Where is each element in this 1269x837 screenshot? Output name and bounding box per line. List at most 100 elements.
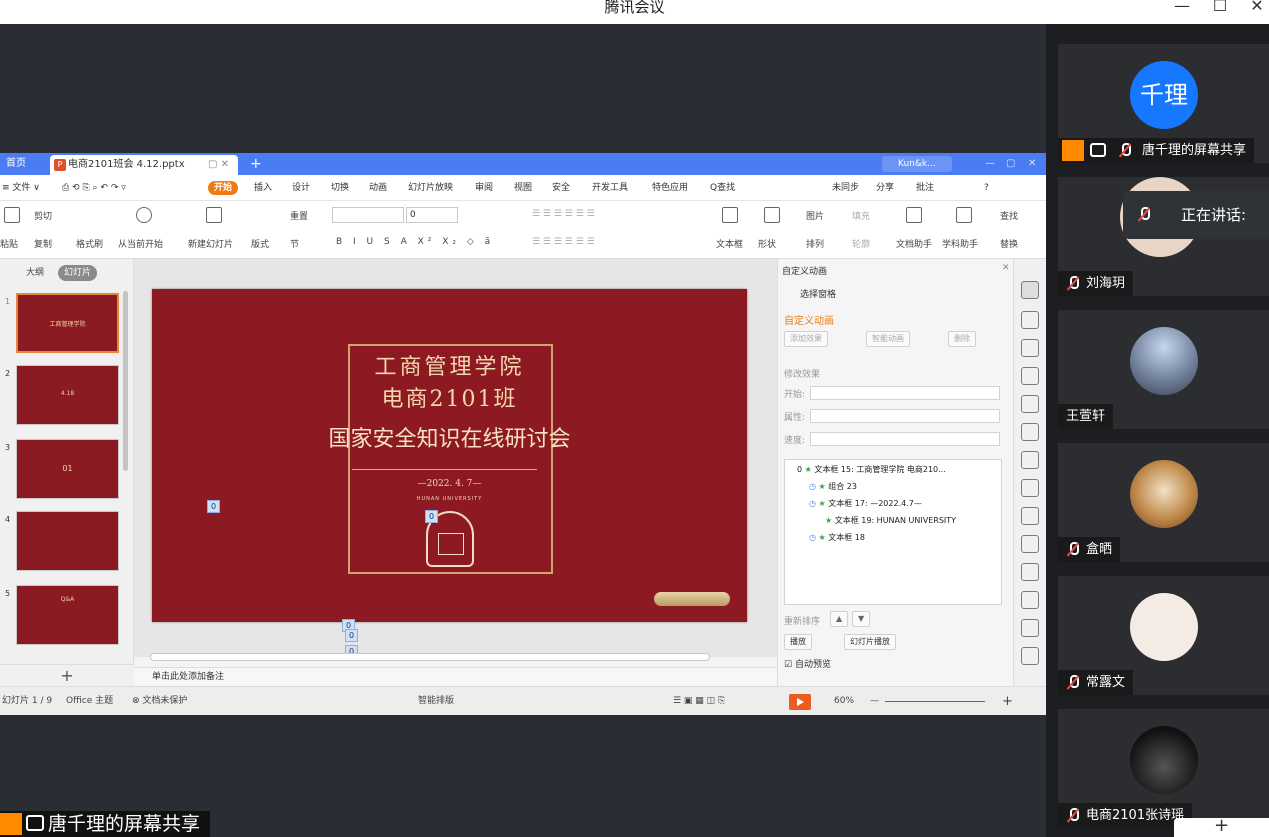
- font-size-select[interactable]: 0: [406, 207, 458, 223]
- slide-thumbnail-3[interactable]: 01: [16, 439, 119, 499]
- menu-view[interactable]: 视图: [514, 175, 532, 201]
- slide-university[interactable]: HUNAN UNIVERSITY: [152, 496, 747, 502]
- menu-transition[interactable]: 切换: [331, 175, 349, 201]
- picture-button[interactable]: 图片: [806, 209, 824, 222]
- outline-button[interactable]: 轮廓: [852, 237, 870, 250]
- study-assistant-button[interactable]: 学科助手: [942, 237, 978, 250]
- slide-date[interactable]: —2022. 4. 7—: [152, 479, 747, 489]
- transition-icon[interactable]: [1021, 311, 1039, 329]
- menu-security[interactable]: 安全: [552, 175, 570, 201]
- participant-tile[interactable]: 电商2101张诗瑶: [1058, 709, 1269, 828]
- wps-close-icon[interactable]: ✕: [1028, 153, 1036, 175]
- delete-effect-button[interactable]: 删除: [948, 331, 976, 347]
- fill-icon[interactable]: [1021, 367, 1039, 385]
- tab-home[interactable]: 首页: [0, 153, 48, 175]
- image-icon[interactable]: [1021, 479, 1039, 497]
- paste-icon[interactable]: [4, 207, 20, 223]
- animation-pane-icon[interactable]: [1021, 281, 1039, 299]
- history-icon[interactable]: [1021, 647, 1039, 665]
- close-button[interactable]: ✕: [1247, 0, 1267, 16]
- format-painter-button[interactable]: 格式刷: [76, 237, 103, 250]
- menu-slideshow[interactable]: 幻灯片放映: [408, 175, 453, 201]
- slideshow-play-button[interactable]: [789, 694, 811, 710]
- speed-select[interactable]: [810, 432, 1000, 446]
- animation-item[interactable]: ◷ ★ 文本框 18: [785, 530, 1001, 546]
- smart-animation-button[interactable]: 智能动画: [866, 331, 910, 347]
- minimize-button[interactable]: —: [1172, 0, 1192, 16]
- sound-icon[interactable]: [1021, 591, 1039, 609]
- menu-review[interactable]: 审阅: [475, 175, 493, 201]
- study-assistant-icon[interactable]: [956, 207, 972, 223]
- property-select[interactable]: [810, 409, 1000, 423]
- view-mode-icons[interactable]: ☰ ▣ ▦ ◫ ⎘: [673, 687, 725, 715]
- select-pane-button[interactable]: 选择窗格: [800, 287, 836, 300]
- tab-close-icon[interactable]: ▢ ✕: [208, 155, 229, 175]
- archive-icon[interactable]: [1021, 535, 1039, 553]
- thumbnail-scrollbar[interactable]: [123, 291, 128, 471]
- play-from-current-button[interactable]: 从当前开始: [118, 237, 163, 250]
- shape-effect-icon[interactable]: [1021, 339, 1039, 357]
- font-name-select[interactable]: [332, 207, 404, 223]
- zoom-in-button[interactable]: +: [1002, 687, 1013, 715]
- slide-canvas[interactable]: 工商管理学院 电商2101班 国家安全知识在线研讨会 —2022. 4. 7— …: [134, 259, 777, 658]
- pane-header[interactable]: 自定义动画: [782, 264, 827, 277]
- arrange-button[interactable]: 排列: [806, 237, 824, 250]
- toolbar-quick-icons[interactable]: ⎙ ⟲ ⎘ ⌕ ↶ ↷ ▿: [62, 175, 126, 201]
- paste-label[interactable]: 粘贴: [0, 237, 18, 250]
- maximize-button[interactable]: ☐: [1210, 0, 1230, 16]
- new-tab-button[interactable]: +: [250, 153, 262, 175]
- settings-icon[interactable]: [1021, 619, 1039, 637]
- slide-class-name[interactable]: 电商2101班: [152, 381, 747, 413]
- new-slide-button[interactable]: 新建幻灯片: [188, 237, 233, 250]
- participant-tile[interactable]: 王萱轩: [1058, 310, 1269, 429]
- wps-restore-icon[interactable]: ▢: [1006, 153, 1015, 175]
- menu-animation[interactable]: 动画: [369, 175, 387, 201]
- textbox-icon[interactable]: [722, 207, 738, 223]
- animation-item[interactable]: ★ 文本框 19: HUNAN UNIVERSITY: [785, 513, 1001, 529]
- participant-tile[interactable]: 常露文: [1058, 576, 1269, 695]
- slide-thumbnail-5[interactable]: Q&A: [16, 585, 119, 645]
- menu-insert[interactable]: 插入: [254, 175, 272, 201]
- add-slide-button[interactable]: +: [0, 664, 134, 686]
- section-button[interactable]: 节: [290, 237, 299, 250]
- animation-tag[interactable]: 0: [345, 629, 358, 642]
- doc-assistant-button[interactable]: 文档助手: [896, 237, 932, 250]
- canvas-hscrollbar[interactable]: [150, 653, 710, 661]
- zoom-slider[interactable]: [885, 701, 985, 702]
- animation-tag[interactable]: 0: [425, 510, 438, 523]
- cut-button[interactable]: 剪切: [34, 209, 52, 222]
- wps-minimize-icon[interactable]: —: [985, 153, 995, 175]
- align-buttons[interactable]: ☰ ☰ ☰ ☰ ☰ ☰: [532, 237, 595, 247]
- fill-button[interactable]: 填充: [852, 209, 870, 222]
- menu-devtools[interactable]: 开发工具: [592, 175, 628, 201]
- slideshow-button[interactable]: 幻灯片播放: [844, 634, 896, 650]
- slide-main-title[interactable]: 国家安全知识在线研讨会: [152, 421, 747, 453]
- comment-button[interactable]: 批注: [916, 175, 934, 201]
- help-button[interactable]: ?: [984, 175, 989, 201]
- new-slide-icon[interactable]: [206, 207, 222, 223]
- start-select[interactable]: [810, 386, 1000, 400]
- menu-special[interactable]: 特色应用: [652, 175, 688, 201]
- adjust-icon[interactable]: [1021, 451, 1039, 469]
- shape-icon[interactable]: [764, 207, 780, 223]
- slide-thumbnail-1[interactable]: 工商管理学院: [16, 293, 119, 353]
- paragraph-buttons[interactable]: ☰ ☰ ☰ ☰ ☰ ☰: [532, 209, 595, 219]
- play-icon[interactable]: [136, 207, 152, 223]
- find-button[interactable]: 查找: [1000, 209, 1018, 222]
- reset-button[interactable]: 重置: [290, 209, 308, 222]
- slide-thumbnail-4[interactable]: [16, 511, 119, 571]
- textbox-button[interactable]: 文本框: [716, 237, 743, 250]
- replace-button[interactable]: 替换: [1000, 237, 1018, 250]
- grid-icon[interactable]: [1021, 395, 1039, 413]
- notes-placeholder[interactable]: 单击此处添加备注: [134, 667, 777, 686]
- zoom-out-button[interactable]: —: [870, 687, 879, 715]
- play-button[interactable]: 播放: [784, 634, 812, 650]
- animation-item[interactable]: 0 ★ 文本框 15: 工商管理学院 电商210...: [785, 462, 1001, 478]
- menu-design[interactable]: 设计: [292, 175, 310, 201]
- layout-button[interactable]: 版式: [251, 237, 269, 250]
- screen-share-badge[interactable]: 唐千理的屏幕共享: [0, 811, 211, 837]
- export-icon[interactable]: [1021, 507, 1039, 525]
- copy-button[interactable]: 复制: [34, 237, 52, 250]
- doc-assistant-icon[interactable]: [906, 207, 922, 223]
- tab-outline[interactable]: 大纲: [26, 265, 44, 281]
